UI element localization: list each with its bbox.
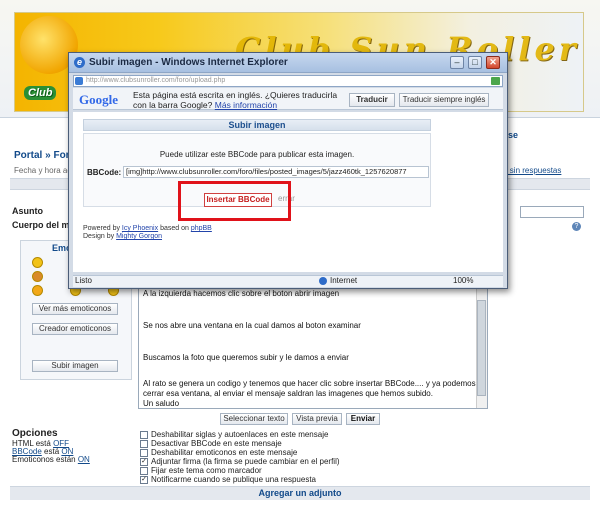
always-translate-button[interactable]: Traducir siempre inglés [399, 93, 489, 107]
bbcode-field[interactable]: [img]http://www.clubsunroller.com/foro/f… [123, 166, 429, 178]
translate-message: Esta página está escrita en inglés. ¿Qui… [133, 90, 349, 110]
powered-mid: based on [160, 225, 189, 232]
message-line: Al rato se genera un codigo y tenemos qu… [143, 379, 476, 398]
more-info-link[interactable]: Más información [215, 100, 277, 110]
option-row[interactable]: Fijar este tema como marcador [140, 466, 262, 475]
google-logo-text: Google [79, 92, 118, 107]
upload-popup-window: e Subir imagen - Windows Internet Explor… [68, 52, 508, 289]
option-label: Deshabilitar emoticonos en este mensaje [151, 448, 298, 457]
option-row[interactable]: Deshabilitar siglas y autoenlaces en est… [140, 430, 328, 439]
page-icon [75, 77, 83, 85]
address-bar[interactable]: http://www.clubsunroller.com/foro/upload… [73, 75, 503, 87]
design-prefix: Design by [83, 233, 115, 240]
date-info: Fecha y hora act [14, 166, 74, 175]
breadcrumb-sep: » [45, 150, 51, 161]
option-label: Desactivar BBCode en este mensaje [151, 439, 282, 448]
google-logo: Google [79, 92, 118, 108]
subject-label: Asunto [12, 206, 43, 216]
emoticons-status: Emoticonos están ON [12, 455, 90, 464]
breadcrumb: Portal » Foro [14, 150, 76, 161]
status-bar [73, 275, 503, 287]
add-attachment-bar[interactable]: Agregar un adjunto [10, 486, 590, 500]
refresh-icon[interactable] [491, 77, 500, 85]
option-label: Deshabilitar siglas y autoenlaces en est… [151, 430, 329, 439]
powered-prefix: Powered by [83, 225, 120, 232]
checkbox[interactable] [140, 430, 148, 439]
message-line: Buscamos la foto que queremos subir y le… [143, 353, 349, 362]
arrow-smiley-icon[interactable] [32, 285, 43, 296]
message-textarea[interactable]: A la izquierda hacemos clic sobre el bot… [138, 285, 488, 409]
checkbox[interactable] [140, 439, 148, 448]
submit-button[interactable]: Enviar [346, 413, 380, 425]
option-label: Adjuntar firma (la firma se puede cambia… [151, 457, 340, 466]
emoticons-status-value: ON [77, 455, 90, 464]
phpbb-link[interactable]: phpBB [191, 225, 212, 232]
option-row[interactable]: ✓ Adjuntar firma (la firma se puede cambi… [140, 457, 340, 466]
emoticons-status-label: Emoticonos están [12, 455, 76, 464]
checkbox-checked[interactable]: ✓ [140, 457, 148, 466]
option-label: Fijar este tema como marcador [151, 466, 262, 475]
highlight-box [178, 181, 291, 221]
ie-icon: e [74, 57, 85, 68]
mighty-gorgon-link[interactable]: Mighty Gorgon [116, 233, 162, 240]
zoom-level[interactable]: 100% [453, 276, 473, 285]
more-emoticons-button[interactable]: Ver más emoticonos [32, 303, 118, 315]
minimize-button[interactable]: – [450, 56, 464, 69]
cat-smiley-icon[interactable] [32, 271, 43, 282]
option-row[interactable]: Deshabilitar emoticonos en este mensaje [140, 448, 297, 457]
upload-image-button[interactable]: Subir imagen [32, 360, 118, 372]
bbcode-label: BBCode: [87, 168, 122, 177]
message-line: Un saludo [143, 399, 180, 408]
security-zone: Internet [319, 276, 357, 285]
globe-icon [319, 276, 327, 285]
emoticon-creator-button[interactable]: Creador emoticonos [32, 323, 118, 335]
checkbox[interactable] [140, 448, 148, 457]
maximize-button[interactable]: □ [468, 56, 482, 69]
breadcrumb-portal[interactable]: Portal [14, 150, 42, 161]
icy-phoenix-link[interactable]: Icy Phoenix [122, 225, 158, 232]
options-title: Opciones [12, 428, 58, 439]
textarea-scroll-thumb[interactable] [477, 300, 486, 396]
option-row[interactable]: ✓ Notificarme cuando se publique una resp… [140, 475, 316, 484]
help-icon[interactable]: ? [572, 222, 581, 231]
message-line: A la izquierda hacemos clic sobre el bot… [143, 289, 340, 298]
bbcode-hint: Puede utilizar este BBCode para publicar… [159, 150, 355, 159]
option-row[interactable]: Desactivar BBCode en este mensaje [140, 439, 282, 448]
smiley-icon[interactable] [32, 257, 43, 268]
logo-club-text: Club [24, 86, 57, 100]
powered-by: Powered by Icy Phoenix based on phpBB De… [83, 225, 212, 241]
status-text: Listo [75, 276, 92, 285]
preview-button[interactable]: Vista previa [292, 413, 342, 425]
close-window-button[interactable]: ✕ [486, 56, 500, 69]
window-title: Subir imagen - Windows Internet Explorer [89, 57, 288, 68]
option-label: Notificarme cuando se publique una respu… [151, 475, 316, 484]
subject-input[interactable] [520, 206, 584, 218]
zone-label: Internet [330, 276, 358, 285]
translate-button[interactable]: Traducir [349, 93, 395, 107]
checkbox[interactable] [140, 466, 148, 475]
checkbox-checked[interactable]: ✓ [140, 475, 148, 484]
message-line: Se nos abre una ventana en la cual damos… [143, 321, 361, 330]
upload-title: Subir imagen [228, 120, 286, 130]
nav-link-fragment[interactable]: se [508, 130, 518, 140]
message-body-label: Cuerpo del me [12, 220, 75, 230]
select-text-button[interactable]: Seleccionar texto [220, 413, 288, 425]
